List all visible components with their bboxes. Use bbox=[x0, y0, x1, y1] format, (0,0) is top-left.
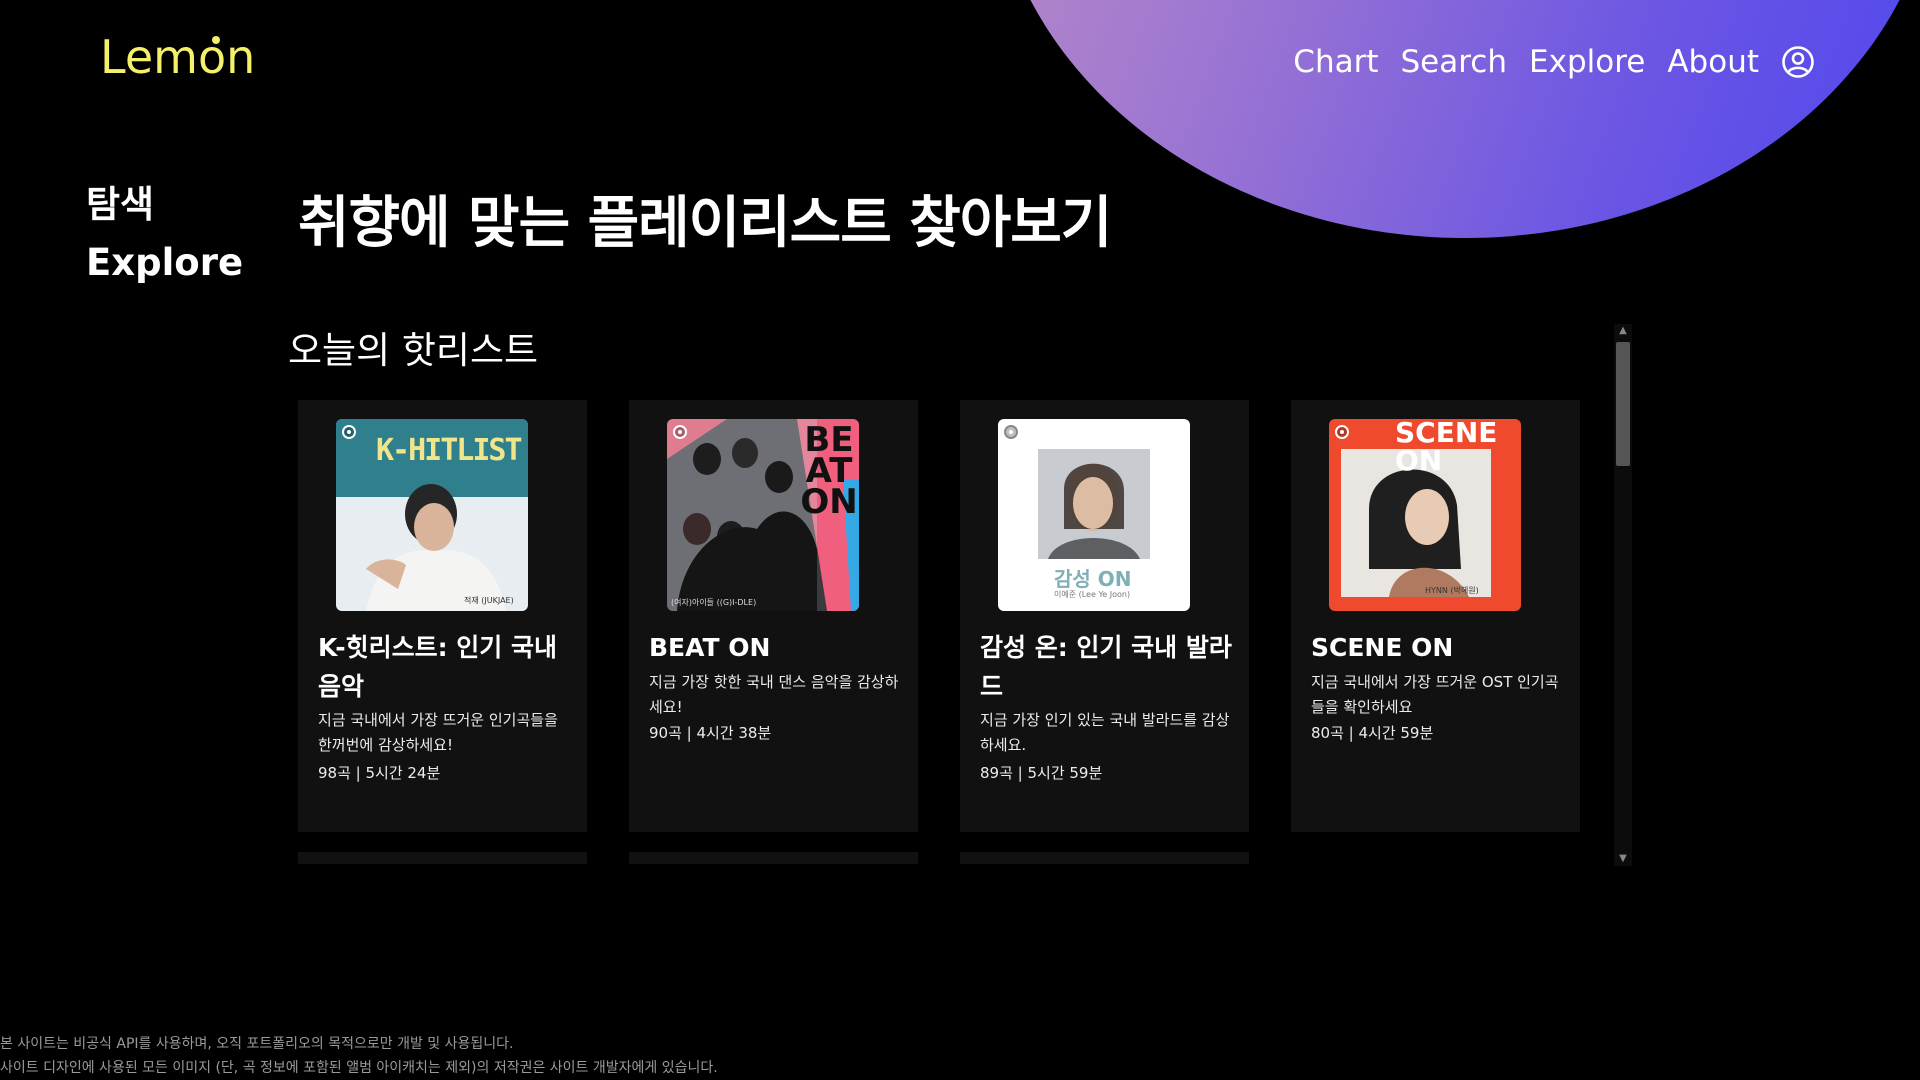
scroll-up-arrow-icon[interactable]: ▲ bbox=[1614, 324, 1632, 338]
card-meta: 98곡 | 5시간 24분 bbox=[318, 764, 441, 782]
decorative-gradient-blob bbox=[990, 0, 1920, 238]
scrollbar-thumb[interactable] bbox=[1616, 342, 1630, 466]
playlist-cover: BEAT ON (여자)아이들 ((G)I-DLE) bbox=[667, 419, 859, 611]
card-description: 지금 국내에서 가장 뜨거운 인기곡들을 한꺼번에 감상하세요! bbox=[318, 711, 558, 754]
card-title: K-힛리스트: 인기 국내 음악 bbox=[318, 633, 557, 701]
scroll-down-arrow-icon[interactable]: ▼ bbox=[1614, 852, 1632, 866]
card-meta: 80곡 | 4시간 59분 bbox=[1311, 724, 1434, 742]
playlist-badge-icon bbox=[673, 425, 687, 439]
playlist-card[interactable]: K-HITLIST 적재 (JUKJAE) K-힛리스트: 인기 국내 음악 지… bbox=[298, 400, 587, 832]
user-circle-icon[interactable] bbox=[1781, 45, 1815, 79]
card-description: 지금 가장 인기 있는 국내 발라드를 감상하세요. bbox=[980, 711, 1230, 754]
playlist-badge-icon bbox=[1004, 425, 1018, 439]
playlist-cover: SCENE ON HYNN (박혜원) bbox=[1329, 419, 1521, 611]
card-description: 지금 국내에서 가장 뜨거운 OST 인기곡들을 확인하세요 bbox=[1311, 673, 1559, 716]
nav-search[interactable]: Search bbox=[1401, 44, 1508, 80]
playlist-card[interactable]: 감성 ON 이예준 (Lee Ye Joon) 감성 온: 인기 국내 발라드 … bbox=[960, 400, 1249, 832]
playlist-cover: K-HITLIST 적재 (JUKJAE) bbox=[336, 419, 528, 611]
playlist-card-next-row bbox=[629, 852, 918, 864]
side-label-korean: 탐색 bbox=[86, 183, 155, 226]
card-title: 감성 온: 인기 국내 발라드 bbox=[980, 633, 1232, 701]
playlist-card-grid: K-HITLIST 적재 (JUKJAE) K-힛리스트: 인기 국내 음악 지… bbox=[298, 400, 1580, 864]
nav-about[interactable]: About bbox=[1667, 44, 1759, 80]
cover-artist-illustration bbox=[366, 484, 506, 611]
cover-caption: HYNN (박혜원) bbox=[1425, 586, 1479, 595]
nav-chart[interactable]: Chart bbox=[1293, 44, 1378, 80]
logo[interactable]: Lemon bbox=[100, 30, 255, 84]
section-title: 오늘의 핫리스트 bbox=[288, 329, 539, 372]
playlist-card[interactable]: BEAT ON (여자)아이들 ((G)I-DLE) BEAT ON 지금 가장… bbox=[629, 400, 918, 832]
page-title: 취향에 맞는 플레이리스트 찾아보기 bbox=[298, 191, 1112, 256]
card-list-scrollbar[interactable]: ▲ ▼ bbox=[1614, 324, 1632, 866]
side-label-english: Explore bbox=[86, 241, 244, 284]
card-meta: 90곡 | 4시간 38분 bbox=[649, 724, 772, 742]
card-title: SCENE ON bbox=[1311, 633, 1454, 662]
logo-text-start: Lem bbox=[100, 30, 198, 84]
logo-text-end: n bbox=[226, 30, 256, 84]
footer-line-1: 본 사이트는 비공식 API를 사용하며, 오직 포트폴리오의 목적으로만 개발… bbox=[0, 1036, 514, 1052]
logo-text-o: o bbox=[197, 30, 227, 84]
playlist-cover: 감성 ON 이예준 (Lee Ye Joon) bbox=[998, 419, 1190, 611]
cover-title: 감성 ON bbox=[1054, 567, 1132, 591]
page-side-label: 탐색 Explore bbox=[86, 176, 243, 292]
cover-caption: (여자)아이들 ((G)I-DLE) bbox=[671, 598, 757, 607]
card-title: BEAT ON bbox=[649, 633, 771, 662]
card-description: 지금 가장 핫한 국내 댄스 음악을 감상하세요! bbox=[649, 673, 899, 716]
playlist-badge-icon bbox=[1335, 425, 1349, 439]
cover-title: BEAT ON bbox=[800, 420, 858, 522]
playlist-card-next-row bbox=[960, 852, 1249, 864]
cover-title: SCENE ON bbox=[1395, 419, 1498, 477]
cover-caption: 적재 (JUKJAE) bbox=[464, 596, 514, 605]
main-nav: Chart Search Explore About bbox=[1293, 44, 1815, 80]
playlist-badge-icon bbox=[342, 425, 356, 439]
playlist-card[interactable]: SCENE ON HYNN (박혜원) SCENE ON 지금 국내에서 가장 … bbox=[1291, 400, 1580, 832]
playlist-card-next-row bbox=[298, 852, 587, 864]
cover-caption: 이예준 (Lee Ye Joon) bbox=[1054, 590, 1131, 599]
nav-explore[interactable]: Explore bbox=[1529, 44, 1645, 80]
footer-notice: 본 사이트는 비공식 API를 사용하며, 오직 포트폴리오의 목적으로만 개발… bbox=[0, 1032, 718, 1080]
footer-line-2: 사이트 디자인에 사용된 모든 이미지 (단, 곡 정보에 포함된 앨범 아이캐… bbox=[0, 1060, 718, 1076]
card-meta: 89곡 | 5시간 59분 bbox=[980, 764, 1103, 782]
